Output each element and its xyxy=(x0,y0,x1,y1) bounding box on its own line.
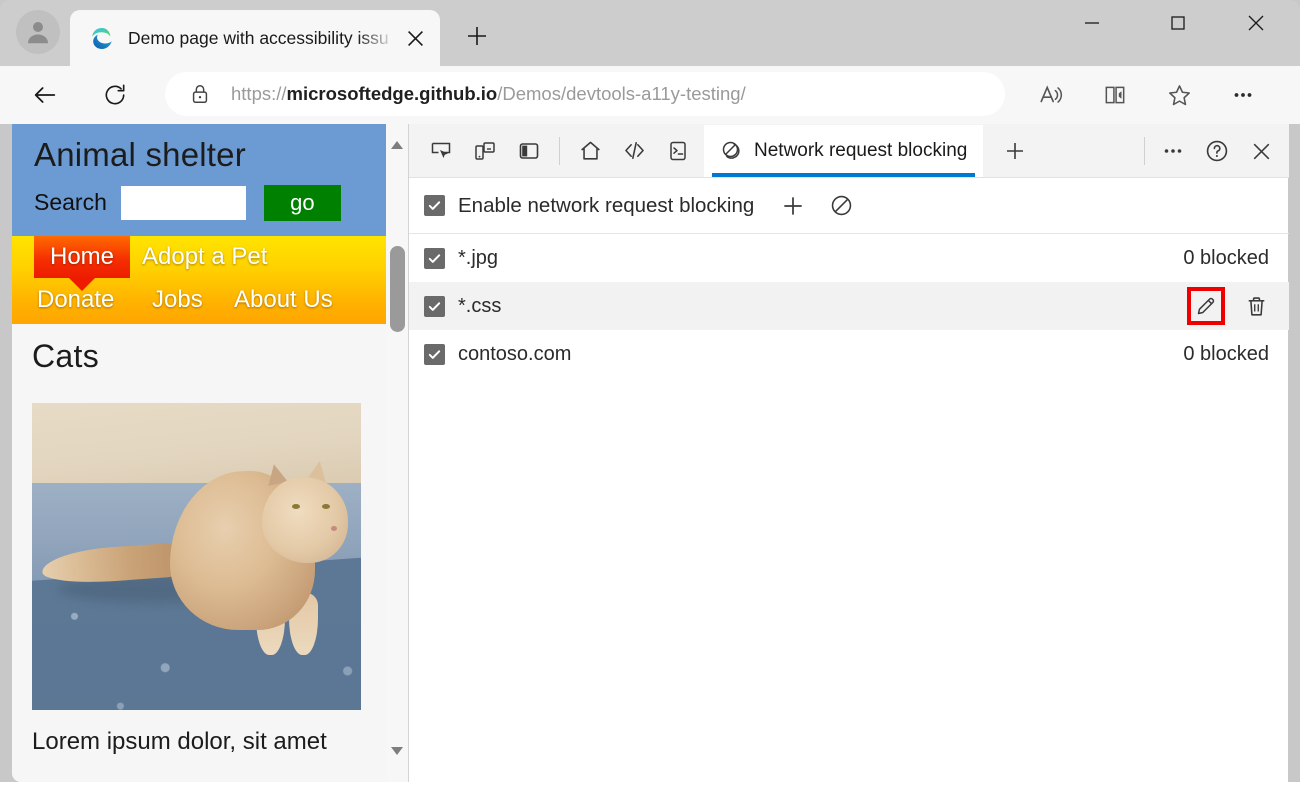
nav-item-home-label: Home xyxy=(49,243,115,270)
window-bottom-edge xyxy=(0,782,1300,790)
table-row[interactable]: *.css xyxy=(409,282,1289,330)
page-caption: Lorem ipsum dolor, sit amet xyxy=(32,728,327,755)
devtools-more-tools-ellipsis-icon[interactable] xyxy=(1151,131,1195,171)
pattern-checkbox[interactable] xyxy=(424,295,445,317)
tab-network-request-blocking[interactable]: Network request blocking xyxy=(704,124,984,177)
pattern-text: *.css xyxy=(458,294,502,317)
site-navigation: Home Adopt a Pet Donate Jobs About Us xyxy=(12,236,386,324)
pattern-text: contoso.com xyxy=(458,342,572,365)
browser-settings-ellipsis-icon[interactable] xyxy=(1222,74,1264,116)
browser-tab[interactable]: Demo page with accessibility issu xyxy=(70,10,440,66)
tab-close-icon[interactable] xyxy=(398,21,432,55)
table-row[interactable]: *.jpg 0 blocked xyxy=(409,234,1289,282)
window-close-button[interactable] xyxy=(1224,0,1288,46)
cat-photo xyxy=(32,403,361,710)
site-header: Animal shelter Search go xyxy=(12,124,386,236)
devtools-close-icon[interactable] xyxy=(1239,131,1283,171)
edit-pattern-highlight xyxy=(1187,287,1225,325)
nav-item-adopt-a-pet[interactable]: Adopt a Pet xyxy=(142,243,267,271)
network-request-blocking-icon xyxy=(722,141,740,159)
tab-title: Demo page with accessibility issu xyxy=(128,27,389,48)
window-maximize-button[interactable] xyxy=(1146,0,1210,46)
devtools-active-tab-label: Network request blocking xyxy=(754,139,968,161)
edge-logo-icon xyxy=(92,28,112,49)
scroll-down-arrow-icon[interactable] xyxy=(386,738,408,764)
search-input[interactable] xyxy=(120,185,246,220)
search-label: Search xyxy=(34,189,107,216)
browser-window: Demo page with accessibility issu https:… xyxy=(0,0,1300,790)
tab-bar: Demo page with accessibility issu xyxy=(0,0,1300,66)
site-search-row: Search go xyxy=(34,184,386,221)
address-bar: https://microsoftedge.github.io/Demos/de… xyxy=(0,66,1300,124)
inspect-element-icon[interactable] xyxy=(419,131,463,171)
immersive-reader-icon[interactable] xyxy=(1094,74,1136,116)
profile-avatar-icon[interactable] xyxy=(16,10,60,54)
favorites-star-icon[interactable] xyxy=(1158,74,1200,116)
cats-heading: Cats xyxy=(32,338,99,374)
devtools-toolbar: Network request blocking xyxy=(409,124,1289,178)
blocked-count: 0 blocked xyxy=(1183,246,1269,269)
back-button[interactable] xyxy=(22,72,68,118)
remove-all-patterns-button[interactable] xyxy=(824,189,858,223)
page-scrollbar[interactable] xyxy=(386,124,408,782)
web-page: Animal shelter Search go Home Adopt a Pe… xyxy=(12,124,386,782)
nav-item-about-us[interactable]: About Us xyxy=(234,286,333,314)
nav-row-primary: Home Adopt a Pet xyxy=(12,236,386,291)
nav-row-secondary: Donate Jobs About Us xyxy=(12,282,386,324)
enable-blocking-checkbox[interactable] xyxy=(424,195,445,216)
dock-side-icon[interactable] xyxy=(507,131,551,171)
edit-pencil-icon[interactable] xyxy=(1194,294,1218,318)
url-text: https://microsoftedge.github.io/Demos/de… xyxy=(231,83,746,104)
nav-item-donate[interactable]: Donate xyxy=(37,286,114,314)
cat-head xyxy=(262,476,348,563)
elements-icon[interactable] xyxy=(612,131,656,171)
enable-blocking-row: Enable network request blocking xyxy=(409,178,1289,234)
page-viewport: Animal shelter Search go Home Adopt a Pe… xyxy=(12,124,408,782)
scrollbar-thumb[interactable] xyxy=(390,246,405,332)
add-pattern-button[interactable] xyxy=(776,189,810,223)
delete-trash-icon[interactable] xyxy=(1239,289,1273,323)
lock-icon xyxy=(192,85,208,103)
table-row[interactable]: contoso.com 0 blocked xyxy=(409,330,1289,378)
console-icon[interactable] xyxy=(656,131,700,171)
device-emulation-icon[interactable] xyxy=(463,131,507,171)
url-input[interactable]: https://microsoftedge.github.io/Demos/de… xyxy=(165,72,1005,116)
site-title: Animal shelter xyxy=(34,136,246,173)
toolbar-divider xyxy=(1144,137,1145,165)
reload-button[interactable] xyxy=(92,72,138,118)
toolbar-divider xyxy=(559,136,560,165)
devtools-toolbar-right xyxy=(1138,131,1283,171)
read-aloud-icon[interactable] xyxy=(1030,74,1072,116)
window-minimize-button[interactable] xyxy=(1060,0,1124,46)
pattern-checkbox[interactable] xyxy=(424,343,445,365)
pattern-text: *.jpg xyxy=(458,246,499,269)
devtools-add-tab-button[interactable] xyxy=(993,131,1037,171)
devtools-panel: Network request blocking Enable network … xyxy=(408,124,1289,782)
scroll-up-arrow-icon[interactable] xyxy=(386,132,408,158)
devtools-help-icon[interactable] xyxy=(1195,131,1239,171)
nav-item-jobs[interactable]: Jobs xyxy=(152,286,203,314)
page-content: Cats Lorem ipsum dolor, sit amet xyxy=(12,324,386,756)
blocked-count: 0 blocked xyxy=(1183,342,1269,365)
enable-blocking-label: Enable network request blocking xyxy=(458,193,755,217)
nav-item-home[interactable]: Home xyxy=(34,236,130,291)
pattern-checkbox[interactable] xyxy=(424,247,445,269)
row-actions xyxy=(1187,287,1273,325)
go-button[interactable]: go xyxy=(263,184,341,221)
new-tab-button[interactable] xyxy=(455,14,499,58)
welcome-home-icon[interactable] xyxy=(568,131,612,171)
